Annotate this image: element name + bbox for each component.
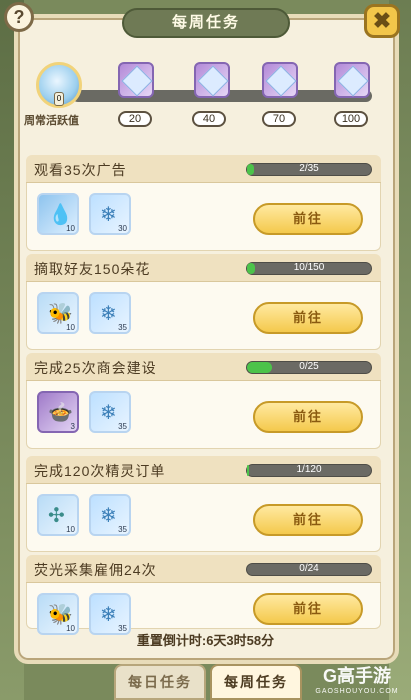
task-card: 荧光采集雇佣24次 0/24 🐝 10 ❄ 35 前往 [26, 555, 381, 635]
go-button[interactable]: 前往 [253, 203, 363, 235]
close-icon[interactable]: ✖ [364, 4, 400, 38]
milestone-chest-40[interactable] [194, 62, 230, 98]
task-progress-text: 0/25 [299, 361, 319, 372]
leaf-crystal-icon[interactable]: ❄ 35 [89, 593, 131, 635]
task-progress-text: 2/35 [299, 163, 319, 174]
task-header: 摘取好友150朵花 10/150 [26, 254, 381, 282]
page-title: 每周任务 [122, 8, 290, 38]
milestone-chest-70[interactable] [262, 62, 298, 98]
watermark-brand: G高手游 [322, 666, 391, 686]
task-title: 完成120次精灵订单 [34, 463, 166, 479]
cooking-pot-icon[interactable]: 🍲 3 [37, 391, 79, 433]
help-icon[interactable]: ? [4, 2, 34, 32]
milestone-value: 20 [118, 111, 152, 127]
honey-bee-icon[interactable]: 🐝 10 [37, 593, 79, 635]
task-progress-text: 0/24 [299, 563, 319, 574]
leaf-crystal-icon[interactable]: ❄ 30 [89, 193, 131, 235]
milestone-value: 40 [192, 111, 226, 127]
task-header: 荧光采集雇佣24次 0/24 [26, 555, 381, 583]
pinwheel-icon[interactable]: ✣ 10 [37, 494, 79, 536]
watermark-logo: G高手游 GAOSHOUYOU.COM [303, 664, 411, 700]
go-button[interactable]: 前往 [253, 302, 363, 334]
milestone-chest-20[interactable] [118, 62, 154, 98]
weekly-progress-header: 0 周常活跃值 20 40 70 100 [22, 56, 387, 136]
milestone-chest-100[interactable] [334, 62, 370, 98]
task-progress-bar: 0/24 [246, 563, 372, 576]
task-progress-text: 1/120 [296, 464, 322, 475]
task-card: 完成120次精灵订单 1/120 ✣ 10 ❄ 35 前往 [26, 456, 381, 552]
go-button[interactable]: 前往 [253, 401, 363, 433]
diamond-icon [265, 65, 297, 97]
go-button[interactable]: 前往 [253, 593, 363, 625]
go-button[interactable]: 前往 [253, 504, 363, 536]
milestone-value: 100 [334, 111, 368, 127]
task-card: 摘取好友150朵花 10/150 🐝 10 ❄ 35 前往 [26, 254, 381, 350]
task-title: 完成25次商会建设 [34, 360, 157, 376]
diamond-icon [121, 65, 153, 97]
task-title: 观看35次广告 [34, 162, 127, 178]
tab-weekly-tasks[interactable]: 每周任务 [210, 664, 302, 700]
task-progress-bar: 2/35 [246, 163, 372, 176]
task-header: 完成25次商会建设 0/25 [26, 353, 381, 381]
task-header: 完成120次精灵订单 1/120 [26, 456, 381, 484]
task-progress-bar: 0/25 [246, 361, 372, 374]
diamond-icon [197, 65, 229, 97]
leaf-crystal-icon[interactable]: ❄ 35 [89, 292, 131, 334]
task-progress-bar: 10/150 [246, 262, 372, 275]
tab-daily-tasks[interactable]: 每日任务 [114, 664, 206, 700]
task-body: 🐝 10 ❄ 35 前往 [26, 282, 381, 350]
reset-countdown: 重置倒计时:6天3时58分 [136, 633, 275, 648]
task-body: ✣ 10 ❄ 35 前往 [26, 484, 381, 552]
diamond-icon [337, 65, 369, 97]
task-title: 荧光采集雇佣24次 [34, 562, 157, 578]
task-card: 观看35次广告 2/35 💧 10 ❄ 30 前往 [26, 155, 381, 251]
task-progress-text: 10/150 [293, 262, 325, 273]
weekly-activity-label: 周常活跃值 [24, 115, 79, 127]
milestone-value: 70 [262, 111, 296, 127]
task-progress-bar: 1/120 [246, 464, 372, 477]
honey-bee-icon[interactable]: 🐝 10 [37, 292, 79, 334]
leaf-crystal-icon[interactable]: ❄ 35 [89, 391, 131, 433]
task-body: 🐝 10 ❄ 35 前往 [26, 583, 381, 635]
task-title: 摘取好友150朵花 [34, 261, 151, 277]
watermark-domain: GAOSHOUYOU.COM [315, 688, 399, 695]
water-drop-icon[interactable]: 💧 10 [37, 193, 79, 235]
activity-count: 0 [54, 92, 64, 106]
task-card: 完成25次商会建设 0/25 🍲 3 ❄ 35 前往 [26, 353, 381, 449]
task-body: 🍲 3 ❄ 35 前往 [26, 381, 381, 449]
task-header: 观看35次广告 2/35 [26, 155, 381, 183]
task-body: 💧 10 ❄ 30 前往 [26, 183, 381, 251]
leaf-crystal-icon[interactable]: ❄ 35 [89, 494, 131, 536]
